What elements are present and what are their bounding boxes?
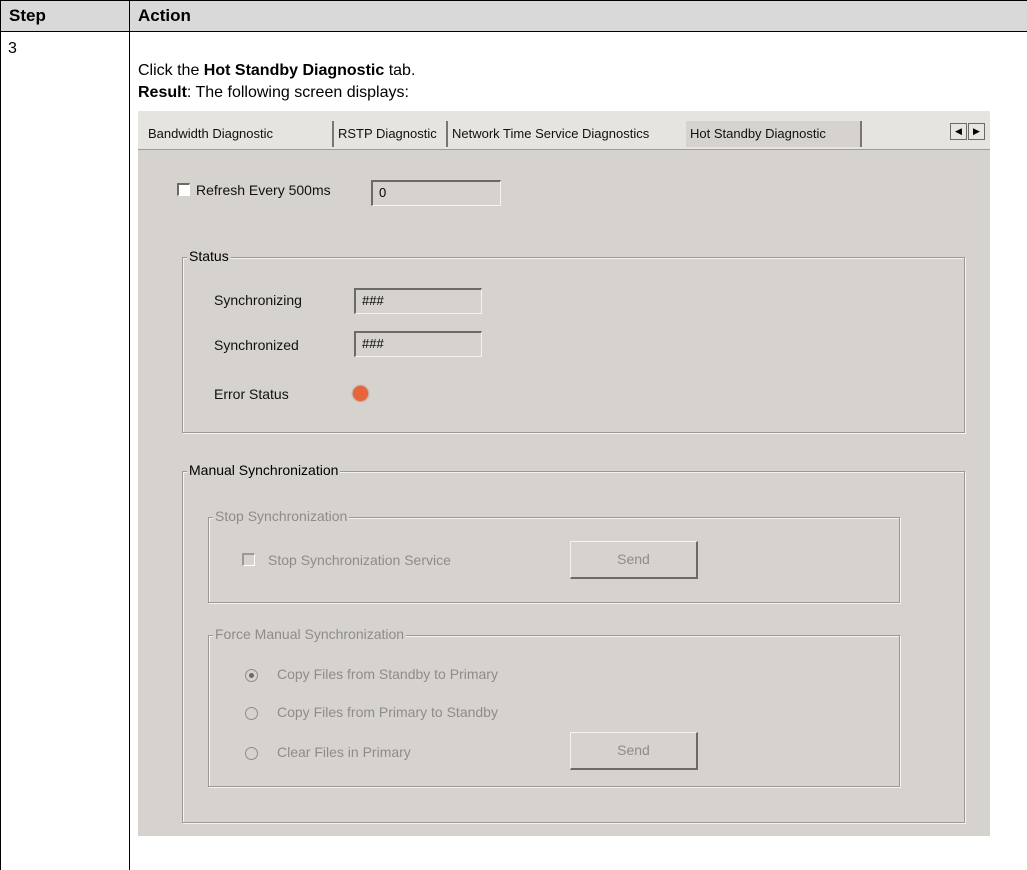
tab-strip: Bandwidth Diagnostic RSTP Diagnostic Net… (138, 111, 990, 150)
table-column-divider (129, 30, 130, 870)
refresh-label: Refresh Every 500ms (196, 182, 331, 198)
result-label: Result (138, 84, 187, 101)
force-sync-title: Force Manual Synchronization (213, 626, 407, 642)
manual-sync-title: Manual Synchronization (187, 462, 341, 478)
radio-copy-primary-to-standby[interactable] (245, 707, 258, 720)
force-sync-send-button[interactable]: Send (570, 732, 698, 770)
stop-sync-title: Stop Synchronization (213, 508, 350, 524)
instruction-line: Click the Hot Standby Diagnostic tab. (138, 62, 415, 80)
radio-copy-standby-to-primary[interactable] (245, 669, 258, 682)
synchronized-label: Synchronized (214, 337, 299, 353)
hot-standby-diagnostic-screenshot: Bandwidth Diagnostic RSTP Diagnostic Net… (138, 111, 990, 836)
tab-scroll-buttons: ◀ ▶ (950, 123, 986, 141)
result-line: Result: The following screen displays: (138, 84, 409, 102)
procedure-table: Step Action 3 Click the Hot Standby Diag… (0, 0, 1027, 870)
force-sync-group: Force Manual Synchronization Copy Files … (208, 626, 900, 787)
instruction-post: tab. (384, 62, 416, 79)
error-status-led-icon (353, 386, 368, 401)
tab-network-time-service-diagnostics[interactable]: Network Time Service Diagnostics (448, 121, 686, 147)
stop-sync-checkbox[interactable] (242, 553, 255, 566)
stop-sync-send-button[interactable]: Send (570, 541, 698, 579)
option-copy-standby-to-primary: Copy Files from Standby to Primary (277, 666, 498, 682)
status-group: Status Synchronizing ### Synchronized ##… (182, 248, 965, 433)
header-step: Step (9, 6, 46, 25)
table-border-left (0, 30, 1, 870)
header-action-cell: Action (129, 0, 1027, 32)
instruction-pre: Click the (138, 62, 204, 79)
tab-rstp-diagnostic[interactable]: RSTP Diagnostic (334, 121, 448, 147)
header-step-cell: Step (0, 0, 129, 32)
error-status-label: Error Status (214, 386, 289, 402)
header-action: Action (138, 6, 191, 25)
option-copy-primary-to-standby: Copy Files from Primary to Standby (277, 704, 498, 720)
synchronizing-label: Synchronizing (214, 292, 302, 308)
step-number: 3 (8, 40, 17, 57)
scroll-left-icon[interactable]: ◀ (950, 123, 967, 140)
manual-sync-group: Manual Synchronization Stop Synchronizat… (182, 462, 965, 823)
stop-sync-checkbox-label: Stop Synchronization Service (268, 552, 451, 568)
tab-bandwidth-diagnostic[interactable]: Bandwidth Diagnostic (144, 121, 334, 147)
radio-clear-files-primary[interactable] (245, 747, 258, 760)
instruction-tab-name: Hot Standby Diagnostic (203, 62, 385, 79)
scroll-right-icon[interactable]: ▶ (968, 123, 985, 140)
synchronizing-value: ### (354, 288, 482, 314)
option-clear-files-primary: Clear Files in Primary (277, 744, 411, 760)
refresh-counter-field: 0 (371, 180, 501, 206)
result-text: : The following screen displays: (186, 84, 409, 101)
synchronized-value: ### (354, 331, 482, 357)
refresh-checkbox[interactable] (177, 183, 190, 196)
tab-hot-standby-diagnostic[interactable]: Hot Standby Diagnostic (686, 121, 862, 147)
status-group-title: Status (187, 248, 231, 264)
stop-sync-group: Stop Synchronization Stop Synchronizatio… (208, 508, 900, 603)
